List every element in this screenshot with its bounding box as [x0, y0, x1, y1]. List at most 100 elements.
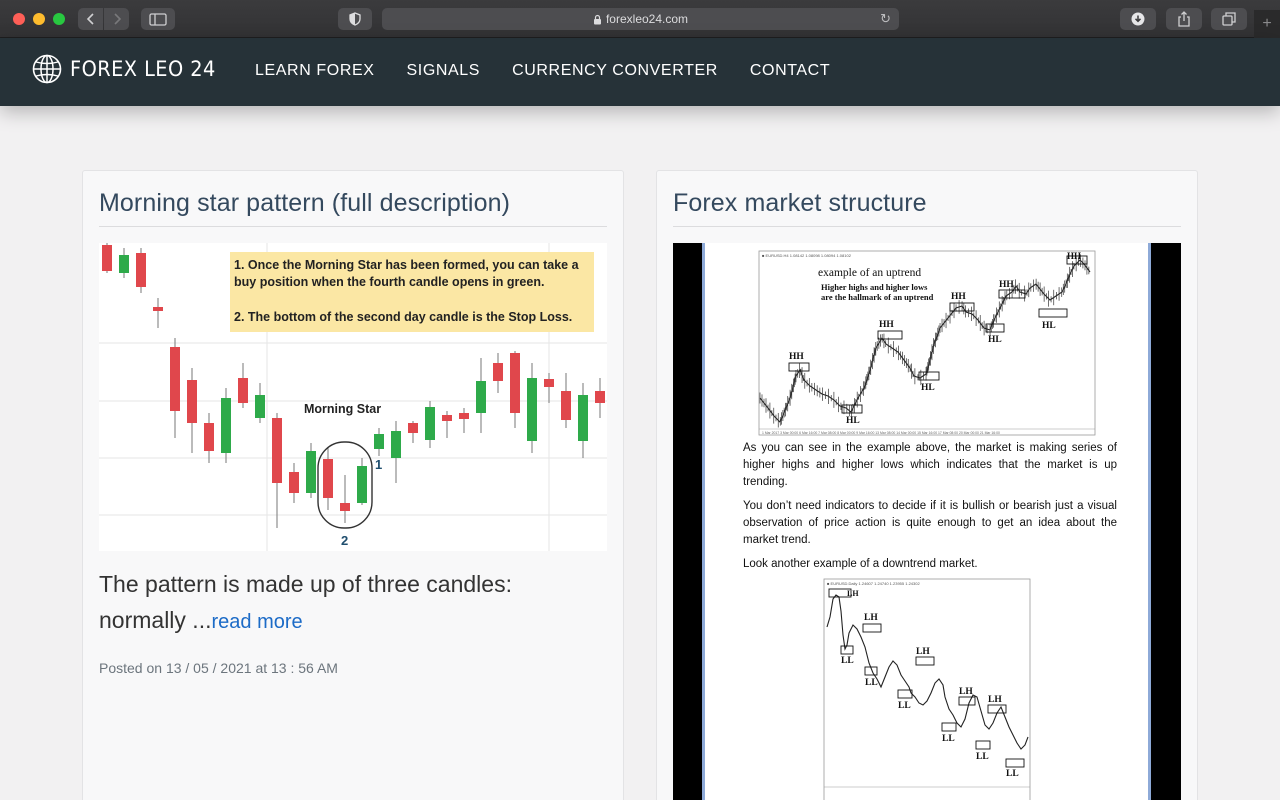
close-window-button[interactable]	[13, 13, 25, 25]
read-more-link[interactable]: read more	[211, 611, 302, 633]
lh-label: LH	[959, 687, 973, 697]
new-tab-button[interactable]: +	[1254, 10, 1280, 38]
doc-paragraph-1: As you can see in the example above, the…	[743, 442, 1117, 488]
hl-label: HL	[1042, 321, 1056, 331]
market-structure-document-image: ■ EURUSD.H4 1.08142 1.08098 1.08094 1.08…	[702, 243, 1151, 800]
post-card: Morning star pattern (full description) …	[82, 170, 624, 800]
ll-label: LL	[976, 752, 989, 762]
svg-text:■ EURUSD.H4 1.08142 1.08098: ■ EURUSD.H4 1.08142 1.08098 1.08094 1.08…	[762, 253, 852, 258]
bearish-candle	[289, 472, 299, 493]
bearish-candle	[187, 380, 197, 423]
nav-contact[interactable]: CONTACT	[750, 62, 830, 80]
bearish-candle	[493, 363, 503, 381]
morning-star-chart-image: 1. Once the Morning Star has been formed…	[99, 243, 607, 551]
url-text: forexleo24.com	[605, 12, 689, 26]
post-date: Posted on 13 / 05 / 2021 at 13 : 56 AM	[99, 660, 338, 676]
nav-signals[interactable]: SIGNALS	[407, 62, 481, 80]
ll-label: LL	[942, 734, 955, 744]
ll-label: LL	[865, 678, 878, 688]
browser-toolbar: forexleo24.com ↻ +	[0, 0, 1280, 38]
post-excerpt: The pattern is made up of three candles:…	[99, 566, 599, 640]
bearish-candle	[442, 415, 452, 421]
zoom-window-button[interactable]	[53, 13, 65, 25]
divider	[673, 226, 1181, 227]
bearish-candle	[459, 413, 469, 419]
post-thumbnail[interactable]: ■ EURUSD.H4 1.08142 1.08098 1.08094 1.08…	[673, 243, 1181, 800]
minimize-window-button[interactable]	[33, 13, 45, 25]
divider	[99, 226, 607, 227]
nav-currency-converter[interactable]: CURRENCY CONVERTER	[512, 62, 718, 80]
sidebar-toggle-button[interactable]	[141, 8, 175, 30]
shield-icon	[349, 12, 361, 26]
bearish-candle	[408, 423, 418, 433]
bullish-candle	[476, 381, 486, 413]
ll-label: LL	[898, 701, 911, 711]
tabs-icon	[1222, 12, 1236, 26]
lock-icon	[593, 14, 601, 24]
chevron-right-icon	[113, 13, 121, 25]
uptrend-subtitle-1: Higher highs and higher lows	[821, 282, 928, 292]
bearish-candle	[153, 307, 163, 311]
hl-label: HL	[846, 416, 860, 426]
hh-label: HH	[951, 292, 966, 302]
bullish-candle	[374, 434, 384, 449]
note-line-1a: 1. Once the Morning Star has been formed…	[234, 258, 580, 272]
share-icon	[1178, 11, 1190, 27]
doc-paragraph-3: Look another example of a downtrend mark…	[743, 558, 978, 570]
svg-text:■ EURUSD.Daily 1.24607 1.247: ■ EURUSD.Daily 1.24607 1.24740 1.23955 1…	[827, 581, 920, 586]
sidebar-icon	[149, 12, 167, 26]
bearish-candle	[510, 353, 520, 413]
bullish-candle	[425, 407, 435, 440]
post-card: Forex market structure ■ EURUSD.H4 1.081…	[656, 170, 1198, 800]
bullish-candle	[221, 398, 231, 453]
lh-label: LH	[847, 589, 859, 598]
note-line-1b: buy position when the fourth candle open…	[234, 275, 544, 289]
bearish-candle	[561, 391, 571, 420]
lh-label: LH	[864, 613, 878, 623]
site-logo[interactable]: FOREX LEO 24	[32, 54, 228, 84]
bearish-candle	[544, 379, 554, 387]
note-line-2: 2. The bottom of the second day candle i…	[234, 310, 572, 324]
chevron-left-icon	[86, 13, 94, 25]
marker-1: 1	[375, 457, 382, 472]
post-title[interactable]: Forex market structure	[673, 189, 927, 218]
tab-overview-button[interactable]	[1211, 8, 1247, 30]
doc-paragraph-2: You don’t need indicators to decide if i…	[743, 500, 1117, 546]
ll-label: LL	[1006, 769, 1019, 779]
main-menu: LEARN FOREX SIGNALS CURRENCY CONVERTER C…	[255, 62, 862, 80]
privacy-report-button[interactable]	[338, 8, 372, 30]
hh-label: HH	[789, 352, 804, 362]
post-thumbnail[interactable]: 1. Once the Morning Star has been formed…	[99, 243, 607, 551]
bullish-candle	[391, 431, 401, 458]
hl-label: HL	[988, 335, 1002, 345]
share-button[interactable]	[1166, 8, 1202, 30]
bullish-candle	[255, 395, 265, 418]
bearish-candle	[272, 418, 282, 483]
back-button[interactable]	[78, 8, 103, 30]
ll-label: LL	[841, 656, 854, 666]
download-icon	[1131, 12, 1145, 26]
bullish-candle	[119, 255, 129, 273]
svg-text:1 Mar 2017 3 Mar 00:00 6 M: 1 Mar 2017 3 Mar 00:00 6 Mar 16:00 7 Mar…	[762, 431, 1000, 435]
pattern-label: Morning Star	[304, 402, 381, 416]
downloads-button[interactable]	[1120, 8, 1156, 30]
forward-button[interactable]	[104, 8, 129, 30]
bullish-candle	[306, 451, 316, 493]
excerpt-text: The pattern is made up of three candles:…	[99, 571, 512, 633]
bullish-candle	[527, 378, 537, 441]
hh-label: HH	[1067, 251, 1081, 261]
bearish-candle	[204, 423, 214, 451]
globe-icon	[32, 54, 62, 84]
downtrend-chart: ■ EURUSD.Daily 1.24607 1.24740 1.23955 1…	[823, 578, 1031, 800]
bearish-candle	[170, 347, 180, 411]
reload-icon[interactable]: ↻	[880, 11, 891, 27]
bearish-candle	[595, 391, 605, 403]
nav-learn-forex[interactable]: LEARN FOREX	[255, 62, 375, 80]
uptrend-title: example of an uptrend	[818, 267, 921, 279]
hh-label: HH	[999, 280, 1014, 290]
logo-text: FOREX LEO 24	[70, 57, 216, 81]
marker-2: 2	[341, 533, 348, 548]
address-bar[interactable]: forexleo24.com ↻	[382, 8, 899, 30]
uptrend-chart: ■ EURUSD.H4 1.08142 1.08098 1.08094 1.08…	[758, 250, 1096, 436]
post-title[interactable]: Morning star pattern (full description)	[99, 189, 510, 218]
